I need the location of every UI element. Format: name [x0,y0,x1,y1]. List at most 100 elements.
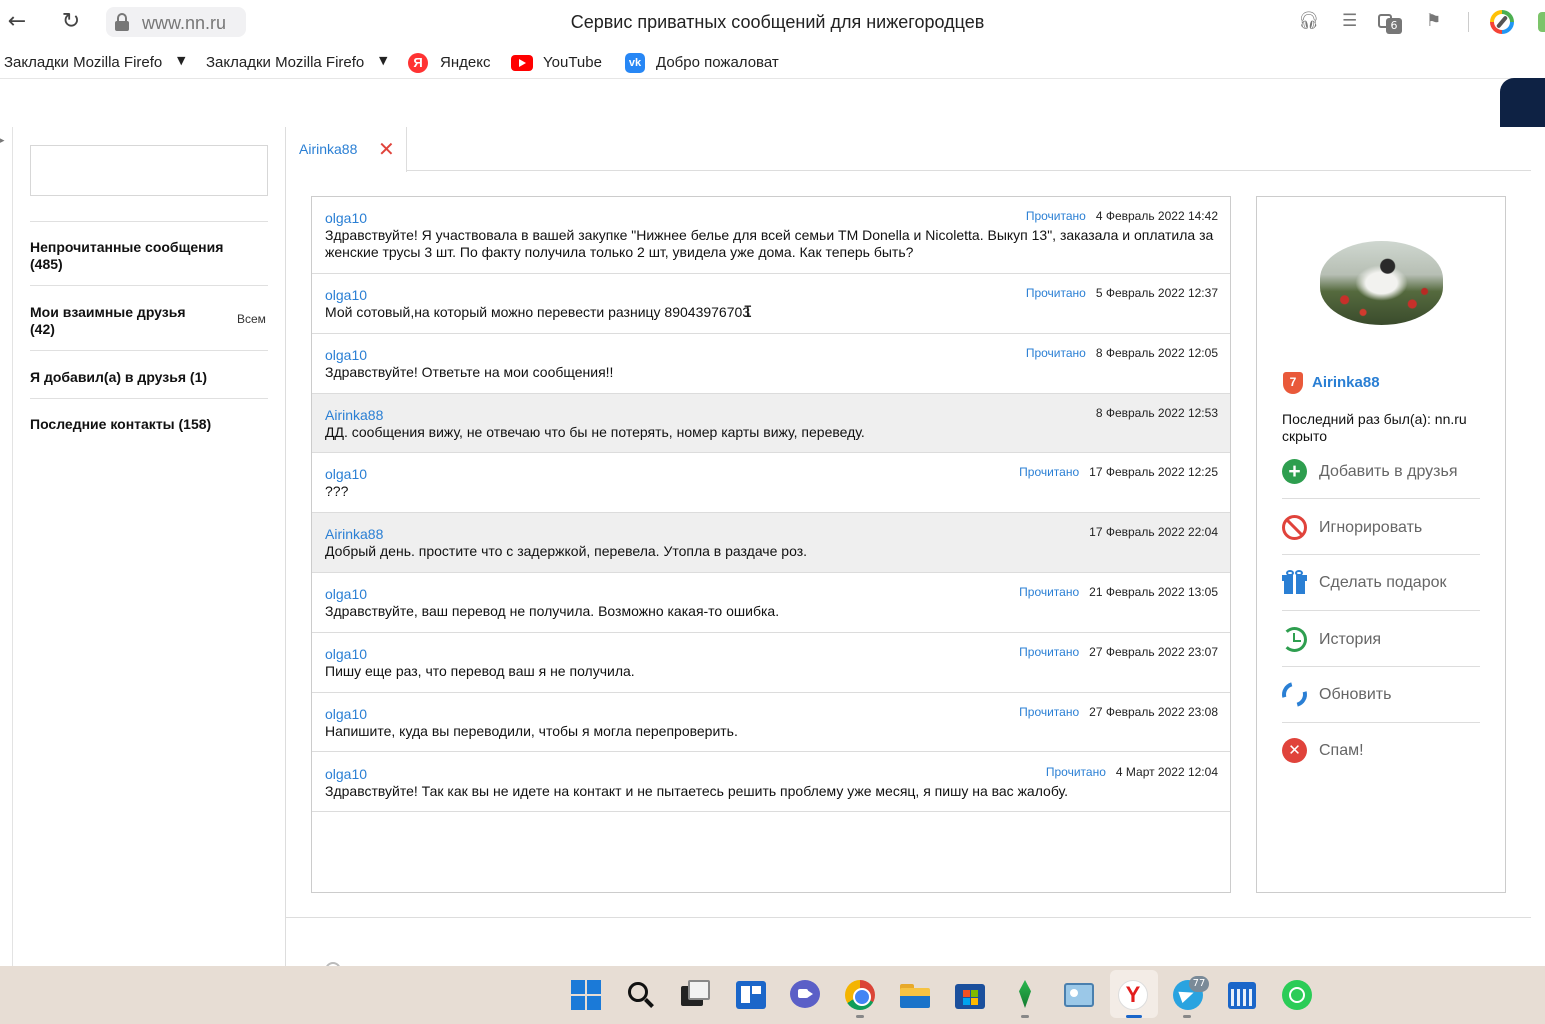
running-indicator [1183,1015,1191,1018]
reader-mode-icon[interactable]: ☰ [1342,11,1357,33]
message-text: Добрый день. простите что с задержкой, п… [325,543,808,559]
message-author[interactable]: olga10 [325,766,367,782]
message-item: olga10 Прочитано 4 Февраль 2022 14:42 Здр… [312,197,1230,274]
sidebar-item-added-friends[interactable]: Я добавил(а) в друзья (1) [30,369,240,386]
spam-button[interactable]: ✕ Спам! [1282,736,1480,792]
chevron-down-icon[interactable]: ▼ [177,54,185,67]
content-border [285,917,1531,918]
read-status: Прочитано [1019,705,1080,719]
read-status: Прочитано [1025,209,1086,223]
bookmark-yandex[interactable]: Яндекс [440,54,490,71]
task-view-icon[interactable] [681,980,711,1010]
compass-icon[interactable] [1490,10,1514,34]
whatsapp-icon[interactable] [1282,980,1312,1010]
message-author[interactable]: Airinka88 [325,526,383,542]
add-friend-button[interactable]: + Добавить в друзья [1282,457,1480,513]
message-author[interactable]: olga10 [325,287,367,303]
message-meta: Прочитано 27 Февраль 2022 23:07 [1019,645,1218,659]
read-status: Прочитано [1025,346,1086,360]
gem-app-icon[interactable] [1010,980,1040,1010]
message-author[interactable]: olga10 [325,586,367,602]
bookmark-vk[interactable]: Добро пожаловат [656,54,792,71]
divider [1282,610,1480,611]
message-item: olga10 Прочитано 17 Февраль 2022 12:25 ??… [312,453,1230,513]
yandex-browser-icon[interactable]: Y [1118,980,1148,1010]
active-indicator [1126,1015,1142,1018]
message-meta: Прочитано 4 Февраль 2022 14:42 [1026,209,1218,223]
file-explorer-icon[interactable] [900,980,930,1010]
os-taskbar [0,966,1545,1024]
message-author[interactable]: olga10 [325,210,367,226]
action-label: Сделать подарок [1319,574,1447,591]
chevron-down-icon[interactable]: ▼ [379,54,387,67]
bookmark-icon[interactable]: ⚑ [1426,11,1441,33]
message-list: olga10 Прочитано 4 Февраль 2022 14:42 Здр… [311,196,1231,893]
close-icon[interactable]: ✕ [378,137,395,161]
message-author[interactable]: olga10 [325,347,367,363]
collapse-arrow-icon[interactable]: ▸ [0,136,5,146]
message-item: Airinka88 8 Февраль 2022 12:53 ДД. сообщ… [312,394,1230,453]
widgets-icon[interactable] [736,980,766,1010]
profile-username[interactable]: Airinka88 [1312,374,1380,391]
store-icon[interactable] [955,980,985,1010]
message-text: Пишу еще раз, что перевод ваш я не получ… [325,663,635,679]
history-button[interactable]: История [1282,625,1480,681]
bookmark-youtube[interactable]: YouTube [543,54,602,71]
chat-icon[interactable] [790,980,820,1010]
avatar[interactable] [1320,241,1443,325]
photos-icon[interactable] [1064,980,1094,1010]
yandex-icon: Я [408,53,428,73]
headphones-icon[interactable]: 🎧︎ [1298,11,1320,33]
message-text: Напишите, куда вы переводили, чтобы я мо… [325,723,738,739]
tab-conversation[interactable]: Airinka88 ✕ [285,127,407,172]
bookmark-folder-1[interactable]: Закладки Mozilla Firefo [4,54,172,71]
bookmark-folder-2[interactable]: Закладки Mozilla Firefo [206,54,374,71]
divider [1282,666,1480,667]
content-border [285,172,286,967]
message-author[interactable]: olga10 [325,646,367,662]
message-text: Здравствуйте! Я участвовала в вашей заку… [325,227,1214,260]
windows-start-icon[interactable] [571,980,601,1010]
action-label: Игнорировать [1319,519,1423,536]
divider [30,350,268,351]
divider [30,398,268,399]
sidebar-all-link[interactable]: Всем [237,312,266,326]
message-date: 8 Февраль 2022 12:05 [1095,346,1218,360]
bookmarks-bar: Закладки Mozilla Firefo ▼ Закладки Mozil… [0,48,1545,78]
refresh-button[interactable]: Обновить [1277,677,1480,736]
message-text: ??? [325,483,349,499]
gift-icon [1282,570,1307,595]
divider [1282,554,1480,555]
site-header-fragment [1500,78,1545,127]
calendar-icon[interactable] [1228,980,1258,1010]
tab-label: Airinka88 [299,141,358,157]
contact-search-input[interactable] [30,145,268,196]
message-author[interactable]: Airinka88 [325,407,383,423]
message-item: olga10 Прочитано 21 Февраль 2022 13:05 Зд… [312,573,1230,633]
message-author[interactable]: olga10 [325,466,367,482]
refresh-icon [1277,677,1312,712]
extension-icon[interactable] [1538,12,1545,32]
message-date: 4 Март 2022 12:04 [1115,765,1218,779]
text-cursor-icon: I [743,302,753,321]
sidebar-item-mutual-friends[interactable]: Мои взаимные друзья (42) [30,304,210,338]
spam-icon: ✕ [1282,738,1307,763]
tab-divider [406,170,1531,171]
action-label: История [1319,631,1382,648]
search-icon[interactable] [626,980,656,1010]
sidebar-item-recent-contacts[interactable]: Последние контакты (158) [30,416,240,433]
message-author[interactable]: olga10 [325,706,367,722]
divider [30,285,268,286]
tabs-icon[interactable]: 6 [1378,10,1404,34]
action-label: Добавить в друзья [1319,463,1458,480]
message-item: Airinka88 17 Февраль 2022 22:04 Добрый д… [312,513,1230,573]
action-label: Обновить [1319,686,1392,703]
message-date: 27 Февраль 2022 23:08 [1089,705,1218,719]
sidebar-item-unread[interactable]: Непрочитанные сообщения (485) [30,239,240,273]
message-date: 17 Февраль 2022 12:25 [1089,465,1218,479]
message-meta: 17 Февраль 2022 22:04 [1079,525,1218,539]
read-status: Прочитано [1045,765,1106,779]
send-gift-button[interactable]: Сделать подарок [1282,568,1480,624]
chrome-icon[interactable] [845,980,875,1010]
ignore-button[interactable]: Игнорировать [1282,513,1480,569]
